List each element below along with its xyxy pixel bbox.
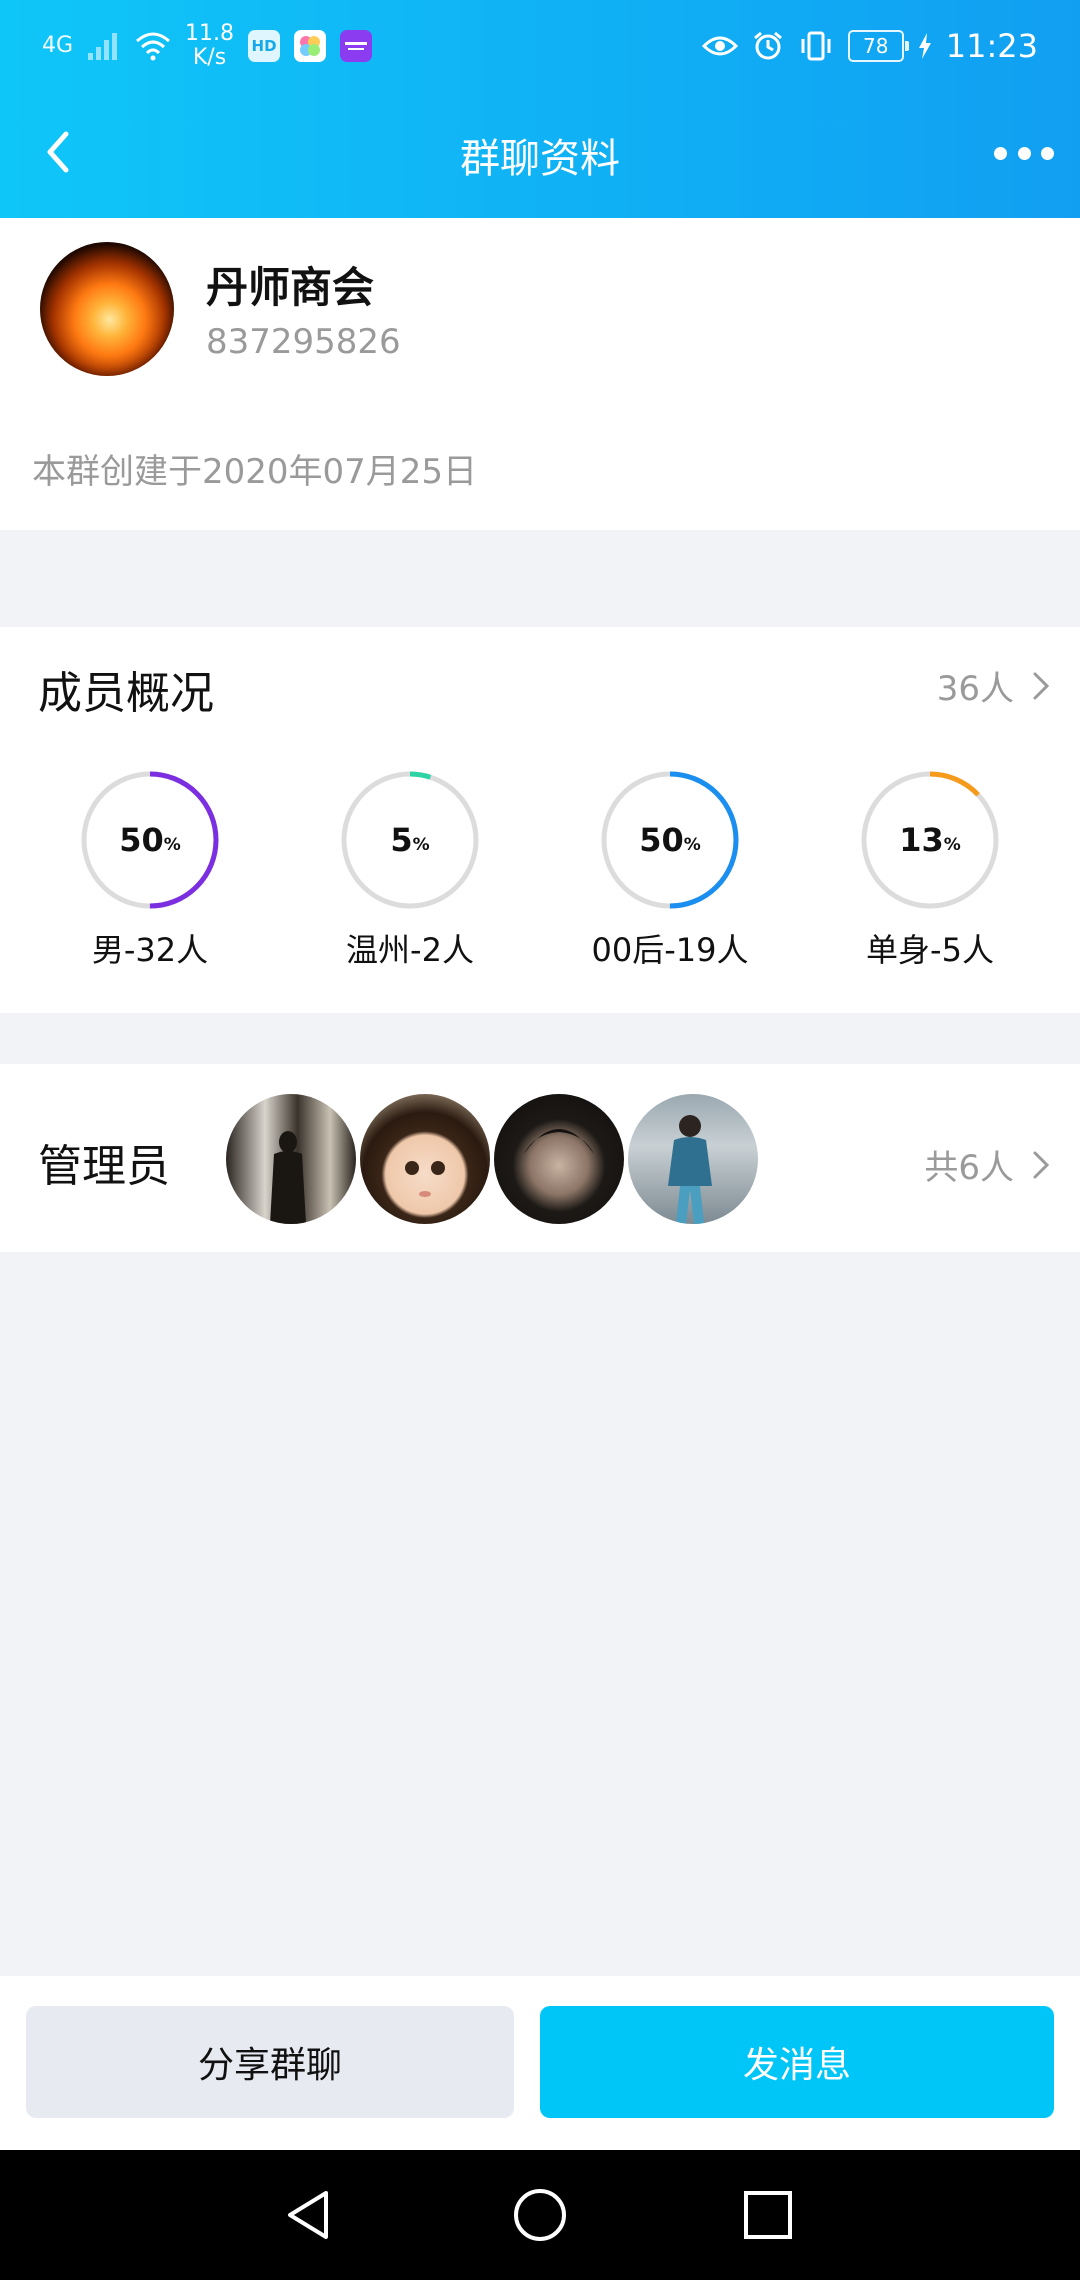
battery-indicator: 78 [847, 30, 909, 62]
more-dots-icon [994, 146, 1007, 160]
stat-male[interactable]: 50 % 男-32人 [20, 767, 280, 971]
admins-title: 管理员 [38, 1141, 170, 1192]
honor-app-icon [340, 30, 373, 62]
stat-value: 50 [639, 821, 684, 859]
wifi-icon [136, 32, 171, 61]
stat-single[interactable]: 13 % 单身-5人 [800, 767, 1060, 971]
stat-region[interactable]: 5 % 温州-2人 [280, 767, 540, 971]
group-info-card: 丹师商会 837295826 本群创建于2020年07月25日 [0, 218, 1080, 530]
member-count: 36人 [936, 669, 1014, 709]
admin-avatar[interactable] [226, 1094, 356, 1224]
chevron-right-icon [1033, 672, 1050, 699]
admin-avatar[interactable] [494, 1094, 624, 1224]
group-avatar[interactable] [40, 242, 174, 376]
admins-section[interactable]: 管理员 共6人 [0, 1064, 1080, 1252]
hd-badge: HD [248, 30, 281, 62]
stat-label: 00后-19人 [591, 931, 749, 969]
stat-unit: % [943, 835, 961, 855]
net-speed-unit: K/s [192, 45, 227, 70]
stat-unit: % [163, 835, 181, 855]
charging-icon [918, 33, 931, 59]
status-right: 78 11:23 [701, 18, 1038, 74]
stat-ring: 13 % [857, 767, 1003, 913]
group-id: 837295826 [206, 322, 401, 362]
member-overview-title: 成员概况 [38, 668, 214, 719]
more-options-button[interactable] [994, 136, 1054, 170]
stat-age[interactable]: 50 % 00后-19人 [540, 767, 800, 971]
stat-value: 5 [390, 821, 413, 859]
net-speed-value: 11.8 [185, 21, 235, 46]
stat-unit: % [683, 835, 701, 855]
member-stats: 50 % 男-32人 5 % 温州-2人 50 % 00后-19人 13 % 单… [0, 767, 1080, 987]
stat-ring: 5 % [337, 767, 483, 913]
admin-count: 共6人 [924, 1148, 1014, 1188]
network-type: 4G [42, 33, 74, 58]
chevron-right-icon [1033, 1151, 1050, 1178]
bottom-action-bar: 分享群聊 发消息 [0, 1976, 1080, 2150]
stat-value: 13 [899, 821, 944, 859]
stat-value: 50 [119, 821, 164, 859]
eye-comfort-icon [701, 36, 738, 56]
status-bar: 4G 11.8 K/s HD 78 11:23 [0, 0, 1080, 90]
stat-label: 单身-5人 [866, 931, 994, 969]
status-left: 4G 11.8 K/s HD [42, 18, 373, 74]
page-title: 群聊资料 [460, 136, 620, 182]
admin-avatar[interactable] [628, 1094, 758, 1224]
stat-label: 男-32人 [91, 931, 209, 969]
stat-label: 温州-2人 [346, 931, 474, 969]
member-count-link[interactable]: 36人 [937, 661, 1052, 710]
group-created-date: 本群创建于2020年07月25日 [32, 452, 478, 492]
stat-ring: 50 % [597, 767, 743, 913]
share-group-button[interactable]: 分享群聊 [26, 2006, 514, 2118]
circle-home-icon[interactable] [508, 2183, 572, 2247]
square-recent-icon[interactable] [736, 2183, 800, 2247]
system-nav-bar [0, 2150, 1080, 2280]
alarm-icon [753, 31, 782, 60]
signal-icon [88, 33, 118, 60]
clock: 11:23 [945, 27, 1038, 65]
stat-unit: % [412, 835, 430, 855]
triangle-back-icon[interactable] [276, 2183, 340, 2247]
net-speed: 11.8 K/s [185, 22, 234, 70]
photos-app-icon [294, 30, 327, 62]
vibrate-icon [801, 31, 831, 61]
member-overview-section[interactable]: 成员概况 36人 50 % 男-32人 5 % 温州-2人 50 % 00后-1… [0, 627, 1080, 1013]
send-message-button[interactable]: 发消息 [540, 2006, 1054, 2118]
group-name: 丹师商会 [206, 263, 375, 312]
admin-avatar[interactable] [360, 1094, 490, 1224]
admin-count-link[interactable]: 共6人 [924, 1140, 1052, 1189]
stat-ring: 50 % [77, 767, 223, 913]
app-header: 4G 11.8 K/s HD 78 11:23 群聊资料 [0, 0, 1080, 218]
